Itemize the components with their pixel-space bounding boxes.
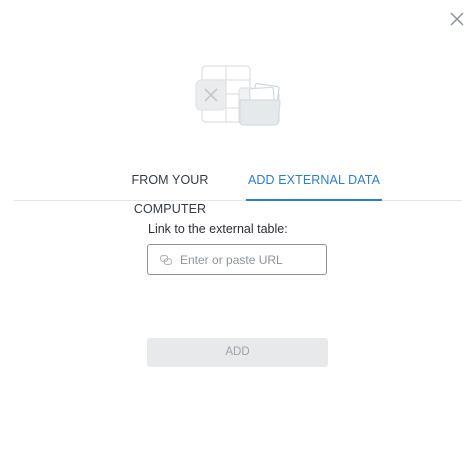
link-icon bbox=[160, 254, 172, 265]
url-field[interactable] bbox=[147, 244, 327, 275]
external-table-label: Link to the external table: bbox=[148, 222, 288, 236]
tab-from-your-computer[interactable]: FROM YOUR COMPUTER bbox=[98, 166, 242, 216]
tab-label: FROM YOUR COMPUTER bbox=[131, 173, 209, 216]
source-tabs: FROM YOUR COMPUTER ADD EXTERNAL DATA bbox=[14, 166, 462, 216]
close-icon[interactable] bbox=[448, 10, 466, 28]
url-input[interactable] bbox=[180, 252, 320, 267]
tab-label: ADD EXTERNAL DATA bbox=[247, 173, 381, 187]
add-button[interactable]: ADD bbox=[147, 338, 328, 367]
files-illustration-icon bbox=[195, 65, 281, 126]
active-tab-indicator bbox=[246, 199, 382, 201]
tab-add-external-data[interactable]: ADD EXTERNAL DATA bbox=[246, 166, 382, 201]
add-data-dialog: FROM YOUR COMPUTER ADD EXTERNAL DATA Lin… bbox=[0, 0, 474, 452]
